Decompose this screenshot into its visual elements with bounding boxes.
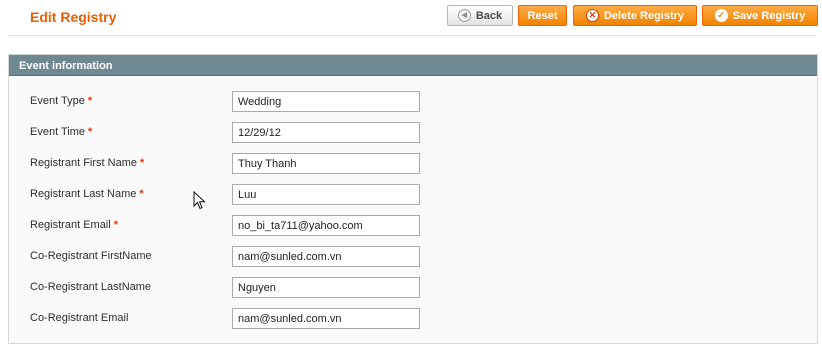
form-row-registrant-email: Registrant Email *	[9, 215, 817, 237]
form-row-event-time: Event Time *	[9, 122, 817, 144]
required-marker: *	[87, 95, 93, 107]
event-information-section: Event information Event Type* Event Time…	[8, 54, 818, 344]
event-time-label: Event Time *	[30, 126, 93, 138]
required-marker: *	[88, 126, 93, 138]
back-button[interactable]: ◀ Back	[447, 5, 513, 26]
event-type-label: Event Type *	[30, 95, 93, 107]
form-row-event-type: Event Type *	[9, 91, 817, 113]
title-divider	[8, 35, 816, 36]
reset-button-label: Reset	[527, 9, 558, 22]
form-row-co-registrant-first-name: Co-Registrant FirstName	[9, 246, 817, 268]
event-time-field[interactable]	[232, 122, 420, 143]
save-check-icon: ✓	[714, 9, 728, 22]
co-registrant-email-label: Co-Registrant Email	[30, 312, 129, 324]
back-arrow-icon: ◀	[457, 9, 471, 22]
form-body: Event Type* Event Time* Registrant First…	[9, 76, 817, 344]
save-button-label: Save Registry	[732, 9, 806, 22]
delete-registry-button[interactable]: ✕ Delete Registry	[573, 5, 697, 26]
registrant-last-name-label: Registrant Last Name *	[30, 188, 144, 200]
co-registrant-first-name-field[interactable]	[232, 246, 420, 267]
co-registrant-last-name-field[interactable]	[232, 277, 420, 298]
co-registrant-first-name-label: Co-Registrant FirstName	[30, 250, 152, 262]
co-registrant-last-name-label: Co-Registrant LastName	[30, 281, 152, 293]
required-marker: *	[113, 219, 118, 231]
form-row-co-registrant-email: Co-Registrant Email	[9, 308, 817, 330]
page-title: Edit Registry	[30, 9, 117, 25]
delete-button-label: Delete Registry	[603, 9, 685, 22]
registrant-first-name-field[interactable]	[232, 153, 420, 174]
mouse-pointer-icon	[193, 191, 206, 210]
registrant-email-label: Registrant Email *	[30, 219, 118, 231]
form-row-registrant-last-name: Registrant Last Name *	[9, 184, 817, 206]
registrant-last-name-field[interactable]	[232, 184, 420, 205]
event-type-field[interactable]	[232, 91, 420, 112]
registrant-first-name-label: Registrant First Name *	[30, 157, 145, 169]
co-registrant-email-field[interactable]	[232, 308, 420, 329]
registrant-email-field[interactable]	[232, 215, 420, 236]
required-marker: *	[139, 188, 144, 200]
required-marker: *	[139, 157, 145, 169]
form-row-registrant-first-name: Registrant First Name *	[9, 153, 817, 175]
save-registry-button[interactable]: ✓ Save Registry	[702, 5, 818, 26]
section-header: Event information	[9, 55, 817, 76]
delete-x-icon: ✕	[585, 9, 599, 22]
form-row-co-registrant-last-name: Co-Registrant LastName	[9, 277, 817, 299]
back-button-label: Back	[475, 9, 503, 22]
reset-button[interactable]: Reset	[518, 5, 567, 26]
